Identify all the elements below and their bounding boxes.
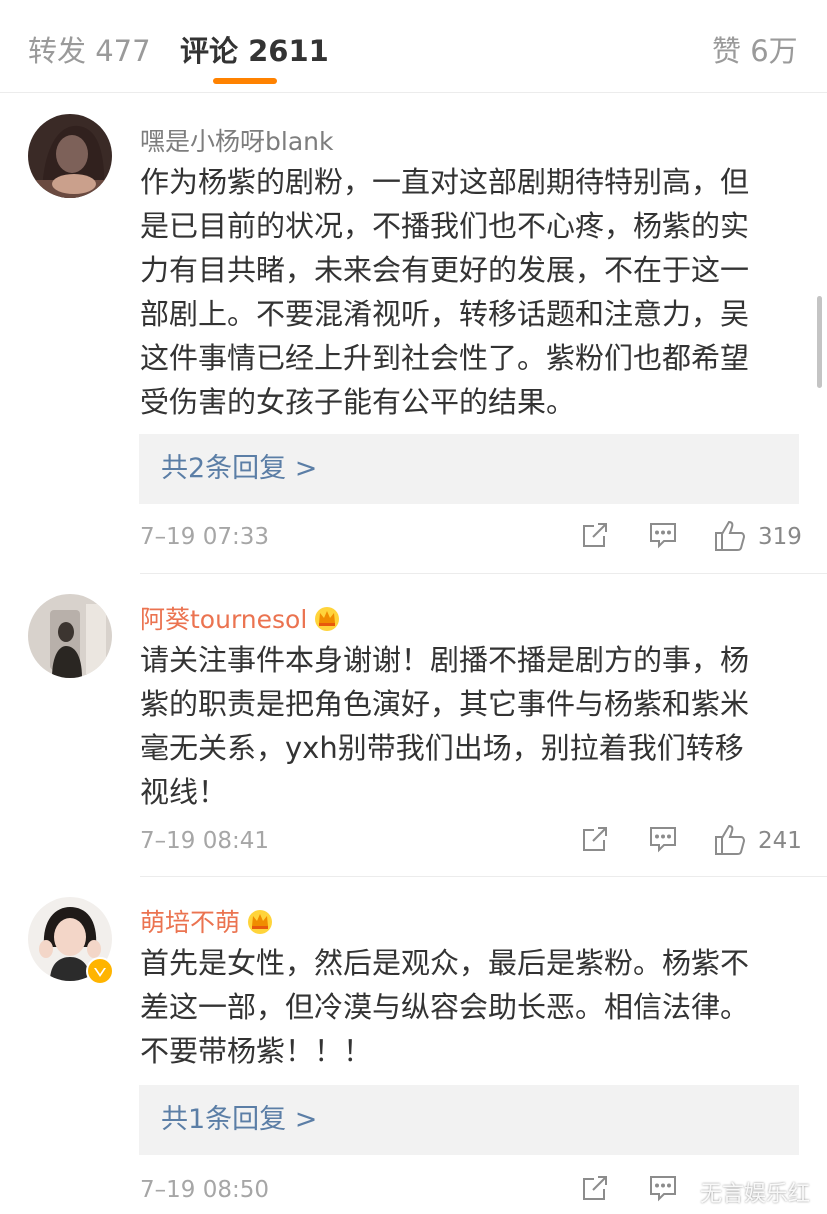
avatar[interactable] — [28, 594, 112, 678]
share-icon[interactable] — [580, 520, 610, 550]
like-icon[interactable] — [714, 824, 748, 856]
comment-meta: 7–19 07:33 319 — [140, 520, 802, 560]
username[interactable]: 萌培不萌 — [140, 903, 274, 940]
username[interactable]: 阿葵tournesol — [140, 600, 341, 637]
comment-line: 不要带杨紫！！！ — [140, 1034, 373, 1068]
view-replies-button[interactable]: 共1条回复 > — [139, 1085, 799, 1155]
comment-line: 力有目共睹，未来会有更好的发展，不在于这一 — [140, 253, 750, 287]
username[interactable]: 嘿是小杨呀blank — [140, 122, 333, 158]
comment-line: 差这一部，但冷漠与纵容会助长恶。相信法律。 — [140, 990, 750, 1024]
scrollbar[interactable] — [817, 296, 822, 388]
comment-icon[interactable] — [648, 520, 678, 550]
avatar[interactable] — [28, 114, 112, 198]
like-count: 241 — [758, 828, 802, 854]
comment-line: 请关注事件本身谢谢！剧播不播是剧方的事，杨 — [140, 643, 750, 677]
tab-comments[interactable]: 评论 2611 — [180, 28, 329, 70]
comment-line: 这件事情已经上升到社会性了。紫粉们也都希望 — [140, 341, 750, 375]
comment-time: 7–19 08:50 — [140, 1177, 269, 1203]
crown-icon — [313, 605, 341, 637]
like-icon[interactable] — [714, 520, 748, 552]
comment-text: 作为杨紫的剧粉，一直对这部剧期待特别高，但 是已目前的状况，不播我们也不心疼，杨… — [140, 160, 800, 424]
tab-repost[interactable]: 转发 477 — [28, 28, 151, 70]
comment-tabs: 转发 477 评论 2611 赞 6万 — [0, 0, 827, 93]
comment-line: 视线！ — [140, 775, 228, 809]
like-count: 319 — [758, 524, 802, 550]
divider — [140, 876, 827, 877]
username-text: 萌培不萌 — [140, 908, 241, 937]
comment-line: 作为杨紫的剧粉，一直对这部剧期待特别高，但 — [140, 165, 750, 199]
crown-icon — [246, 908, 274, 940]
divider — [140, 573, 827, 574]
verified-icon — [86, 957, 114, 985]
comment-line: 是已目前的状况，不播我们也不心疼，杨紫的实 — [140, 209, 750, 243]
username-text: 阿葵tournesol — [140, 605, 308, 634]
comment-meta: 7–19 08:41 241 — [140, 824, 802, 864]
comment-line: 受伤害的女孩子能有公平的结果。 — [140, 385, 576, 419]
comment-icon[interactable] — [648, 824, 678, 854]
active-tab-indicator — [213, 78, 277, 84]
comment-line: 部剧上。不要混淆视听，转移话题和注意力，吴 — [140, 297, 750, 331]
comment-time: 7–19 07:33 — [140, 524, 269, 550]
comment-line: 毫无关系，yxh别带我们出场，别拉着我们转移 — [140, 731, 744, 765]
comment-time: 7–19 08:41 — [140, 828, 269, 854]
comment-line: 紫的职责是把角色演好，其它事件与杨紫和紫米 — [140, 687, 750, 721]
view-replies-button[interactable]: 共2条回复 > — [139, 434, 799, 504]
tab-likes[interactable]: 赞 6万 — [712, 28, 798, 70]
share-icon[interactable] — [580, 1173, 610, 1203]
watermark: 无言娱乐红 — [700, 1182, 811, 1207]
comment-text: 请关注事件本身谢谢！剧播不播是剧方的事，杨 紫的职责是把角色演好，其它事件与杨紫… — [140, 638, 800, 814]
share-icon[interactable] — [580, 824, 610, 854]
comment-text: 首先是女性，然后是观众，最后是紫粉。杨紫不 差这一部，但冷漠与纵容会助长恶。相信… — [140, 941, 800, 1073]
comment-line: 首先是女性，然后是观众，最后是紫粉。杨紫不 — [140, 946, 750, 980]
comment-icon[interactable] — [648, 1173, 678, 1203]
